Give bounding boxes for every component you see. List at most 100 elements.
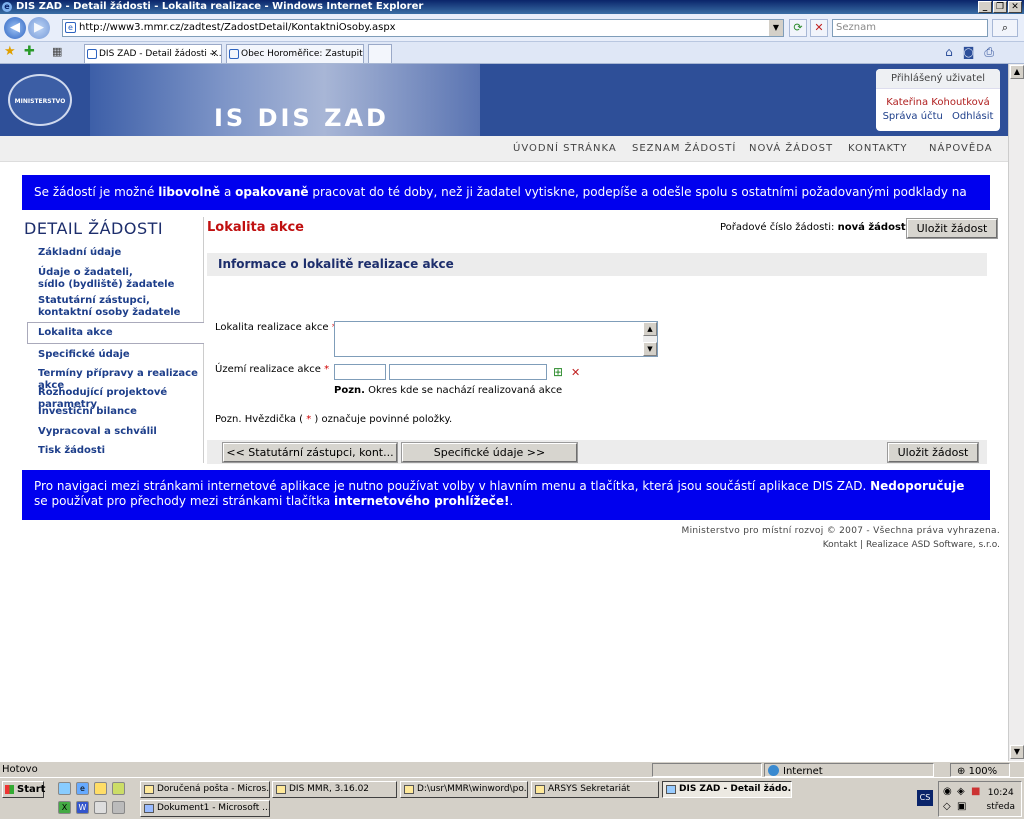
tray-icon[interactable]: ◇ xyxy=(943,801,951,812)
info-text: a xyxy=(220,185,236,199)
add-favorites-icon[interactable]: ✚ xyxy=(24,44,35,59)
home-icon[interactable]: ⌂ xyxy=(945,45,953,60)
page-viewport: MINISTERSTVO PRO MÍSTNÍ ROZVOJ IS DIS ZA… xyxy=(0,64,1008,761)
section-title: Lokalita akce xyxy=(207,220,304,235)
task-label: DIS MMR, 3.16.02 xyxy=(289,784,370,794)
zoom-control[interactable]: ⊕ 100% xyxy=(950,763,1010,777)
app-title: IS DIS ZAD xyxy=(214,104,389,132)
favorites-star-icon[interactable]: ★ xyxy=(4,44,16,59)
page-scrollbar[interactable]: ▲ ▼ xyxy=(1008,64,1024,761)
nav-napoveda[interactable]: NÁPOVĚDA xyxy=(929,143,993,154)
nav-nova-zadost[interactable]: NOVÁ ŽÁDOST xyxy=(749,143,833,154)
label-text: Území realizace akce xyxy=(215,364,321,375)
menu-item-investicni-bilance[interactable]: Investiční bilance xyxy=(38,406,137,418)
clear-icon[interactable]: ✕ xyxy=(571,366,580,379)
language-indicator[interactable]: CS xyxy=(917,790,933,806)
scroll-down-icon[interactable]: ▼ xyxy=(643,342,657,356)
scroll-up-icon[interactable]: ▲ xyxy=(643,322,657,336)
scroll-down-icon[interactable]: ▼ xyxy=(1010,745,1024,759)
window-title-bar: e DIS ZAD - Detail žádosti - Lokalita re… xyxy=(0,0,1024,14)
tab-dis-zad[interactable]: DIS ZAD - Detail žádosti -... ✕ xyxy=(84,44,222,63)
close-icon[interactable]: ✕ xyxy=(1008,1,1022,13)
menu-item-label: Investiční bilance xyxy=(38,406,137,417)
footer-links: Kontakt | Realizace ASD Software, s.r.o. xyxy=(823,540,1000,550)
lokalita-textarea[interactable]: ▲ ▼ xyxy=(334,321,658,357)
close-tab-icon[interactable]: ✕ xyxy=(210,45,218,63)
stop-icon[interactable]: ✕ xyxy=(810,19,828,37)
quicklaunch-other-icon[interactable] xyxy=(112,801,125,814)
restore-icon[interactable]: ❐ xyxy=(993,1,1007,13)
save-button-top[interactable]: Uložit žádost xyxy=(906,218,998,239)
start-button[interactable]: Start xyxy=(2,781,46,798)
tray-icon[interactable]: ▣ xyxy=(957,801,966,812)
tray-icon[interactable]: ■ xyxy=(971,786,980,797)
chevron-down-icon[interactable]: ▼ xyxy=(769,20,783,36)
feeds-icon[interactable]: ◙ xyxy=(963,45,975,60)
footer-separator: | xyxy=(860,540,864,550)
task-outlook[interactable]: Doručená pošta - Micros... xyxy=(140,781,270,798)
search-icon[interactable]: ⌕ xyxy=(992,19,1018,37)
menu-item-specificke-udaje[interactable]: Specifické údaje xyxy=(38,349,130,361)
select-lookup-icon[interactable]: ⊞ xyxy=(553,365,563,379)
textarea-scrollbar[interactable]: ▲ ▼ xyxy=(643,322,657,356)
uzemi-name-input[interactable] xyxy=(389,364,547,380)
tab-obec[interactable]: Obec Horoměřice: Zastupitel... xyxy=(226,44,364,63)
folder-icon xyxy=(404,785,414,794)
task-arsys[interactable]: ARSYS Sekretariát xyxy=(531,781,659,798)
menu-item-label: Lokalita akce xyxy=(38,327,113,338)
contact-link[interactable]: Kontakt xyxy=(823,540,857,550)
save-button-bottom[interactable]: Uložit žádost xyxy=(887,442,979,463)
task-folder[interactable]: D:\usr\MMR\winword\po... xyxy=(400,781,528,798)
quicklaunch-ie-icon[interactable]: e xyxy=(76,782,89,795)
clock[interactable]: 10:24 středa xyxy=(987,786,1016,814)
quicklaunch-word-icon[interactable]: W xyxy=(76,801,89,814)
tab-label: DIS ZAD - Detail žádosti -... xyxy=(99,49,222,59)
account-link[interactable]: Správa účtu xyxy=(883,111,943,122)
nav-seznam-zadosti[interactable]: SEZNAM ŽÁDOSTÍ xyxy=(632,143,736,154)
refresh-icon[interactable]: ⟳ xyxy=(789,19,807,37)
menu-item-vypracoval[interactable]: Vypracoval a schválil xyxy=(38,426,157,438)
new-tab-button[interactable] xyxy=(368,44,392,63)
menu-item-statutarni-zastupci[interactable]: Statutární zástupci, kontaktní osoby žada… xyxy=(38,295,180,319)
page-icon: e xyxy=(65,22,76,33)
vendor-link[interactable]: Realizace ASD Software, s.r.o. xyxy=(866,540,1000,550)
windows-flag-icon xyxy=(5,785,14,794)
word-icon xyxy=(144,804,154,813)
start-label: Start xyxy=(17,784,46,795)
tray-icon[interactable]: ◈ xyxy=(957,786,965,797)
uzemi-note: Pozn. Okres kde se nachází realizovaná a… xyxy=(334,385,562,396)
menu-item-udaje-o-zadateli[interactable]: Údaje o žadateli, sídlo (bydliště) žadate… xyxy=(38,267,174,291)
prev-button[interactable]: << Statutární zástupci, kont... xyxy=(222,442,398,463)
menu-item-zakladni-udaje[interactable]: Základní údaje xyxy=(38,247,121,259)
menu-item-tisk-zadosti[interactable]: Tisk žádosti xyxy=(38,445,105,457)
task-dis-mmr[interactable]: DIS MMR, 3.16.02 xyxy=(272,781,397,798)
tray-icon[interactable]: ◉ xyxy=(943,786,952,797)
menu-item-label: Údaje o žadateli, xyxy=(38,267,133,278)
status-zone: Internet xyxy=(764,763,934,777)
logout-link[interactable]: Odhlásit xyxy=(952,111,993,122)
tab-grid-icon[interactable]: ▦ xyxy=(52,45,62,58)
task-dis-zad[interactable]: DIS ZAD - Detail žádo... xyxy=(662,781,792,798)
menu-item-lokalita-akce[interactable]: Lokalita akce xyxy=(27,322,204,344)
minimize-icon[interactable]: _ xyxy=(978,1,992,13)
quicklaunch-app-icon[interactable] xyxy=(112,782,125,795)
quicklaunch-media-icon[interactable] xyxy=(94,801,107,814)
nav-kontakty[interactable]: KONTAKTY xyxy=(848,143,908,154)
quicklaunch-desktop-icon[interactable] xyxy=(58,782,71,795)
uzemi-code-input[interactable] xyxy=(334,364,386,380)
info-text: . xyxy=(509,494,514,508)
search-input[interactable]: Seznam xyxy=(832,19,988,37)
nav-uvodni-stranka[interactable]: ÚVODNÍ STRÁNKA xyxy=(513,143,617,154)
task-word[interactable]: Dokument1 - Microsoft ... xyxy=(140,800,270,817)
required-mark: * xyxy=(324,364,330,375)
back-icon[interactable]: ◀ xyxy=(4,17,26,39)
address-bar[interactable]: e http://www3.mmr.cz/zadtest/ZadostDetai… xyxy=(62,19,784,37)
task-label: DIS ZAD - Detail žádo... xyxy=(679,784,792,794)
label-text: Lokalita realizace akce xyxy=(215,322,329,333)
quicklaunch-outlook-icon[interactable] xyxy=(94,782,107,795)
print-icon[interactable]: ⎙ xyxy=(984,45,994,60)
next-button[interactable]: Specifické údaje >> xyxy=(401,442,578,463)
forward-icon[interactable]: ▶ xyxy=(28,17,50,39)
quicklaunch-excel-icon[interactable]: X xyxy=(58,801,71,814)
scroll-up-icon[interactable]: ▲ xyxy=(1010,65,1024,79)
